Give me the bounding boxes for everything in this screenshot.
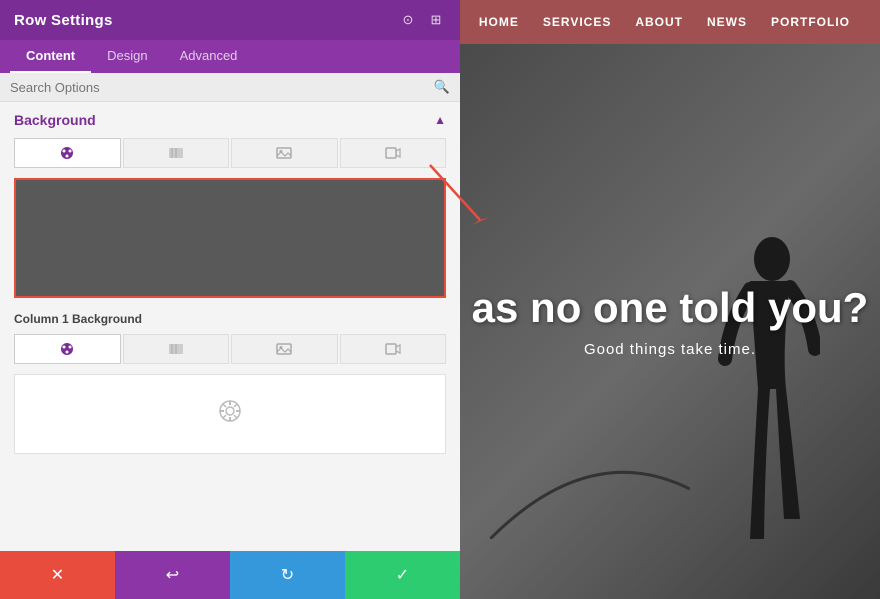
cancel-button[interactable]: ✕ [0,551,115,599]
website-preview: HOME SERVICES ABOUT NEWS PORTFOLIO [460,0,880,599]
background-section-title: Background [14,112,96,128]
person-silhouette [700,219,820,599]
col-bg-type-row [14,334,446,364]
search-icon: 🔍 [434,79,450,95]
row-settings-panel: Row Settings ⊙ ⊞ Content Design Advanced… [0,0,460,599]
col-video-type-btn[interactable] [340,334,447,364]
gradient-icon [168,145,184,161]
reset-button[interactable]: ↩ [115,551,230,599]
col-color-type-btn[interactable] [14,334,121,364]
column-section-title: Column 1 Background [14,312,446,326]
col-gradient-icon [168,341,184,357]
col-bg-center-icon [216,397,244,431]
col-gradient-type-btn[interactable] [123,334,230,364]
nav-about[interactable]: ABOUT [635,15,683,29]
nav-news[interactable]: NEWS [707,15,747,29]
nav-home[interactable]: HOME [479,15,519,29]
site-hero: as no one told you? Good things take tim… [460,44,880,599]
tab-advanced[interactable]: Advanced [164,40,254,73]
site-nav: HOME SERVICES ABOUT NEWS PORTFOLIO [460,0,880,44]
panel-header: Row Settings ⊙ ⊞ [0,0,460,40]
hero-subtext: Good things take time. [472,341,869,358]
focus-icon[interactable]: ⊙ [398,10,418,30]
color-type-btn[interactable] [14,138,121,168]
redo-button[interactable]: ↻ [230,551,345,599]
search-input[interactable] [10,80,434,95]
tab-design[interactable]: Design [91,40,163,73]
panel-content: Background ▲ [0,102,460,551]
background-section-header: Background ▲ [14,112,446,128]
gradient-type-btn[interactable] [123,138,230,168]
image-type-btn[interactable] [231,138,338,168]
color-icon [59,145,75,161]
background-section-toggle[interactable]: ▲ [434,113,446,127]
bg-type-row [14,138,446,168]
settings-gear-icon [216,397,244,425]
col-image-type-btn[interactable] [231,334,338,364]
col-color-icon [59,341,75,357]
nav-services[interactable]: SERVICES [543,15,611,29]
search-bar: 🔍 [0,73,460,102]
panel-title: Row Settings [14,12,113,29]
col-bg-preview[interactable] [14,374,446,454]
save-button[interactable]: ✓ [345,551,460,599]
tab-content[interactable]: Content [10,40,91,73]
video-icon [385,145,401,161]
hero-headline: as no one told you? [472,285,869,331]
video-type-btn[interactable] [340,138,447,168]
col-video-icon [385,341,401,357]
panel-header-icons: ⊙ ⊞ [398,10,446,30]
skate-ramp [490,439,690,539]
color-preview-box[interactable] [14,178,446,298]
expand-icon[interactable]: ⊞ [426,10,446,30]
nav-portfolio[interactable]: PORTFOLIO [771,15,850,29]
image-icon [276,145,292,161]
col-image-icon [276,341,292,357]
hero-text-block: as no one told you? Good things take tim… [472,285,869,358]
action-bar: ✕ ↩ ↻ ✓ [0,551,460,599]
tabs-bar: Content Design Advanced [0,40,460,73]
